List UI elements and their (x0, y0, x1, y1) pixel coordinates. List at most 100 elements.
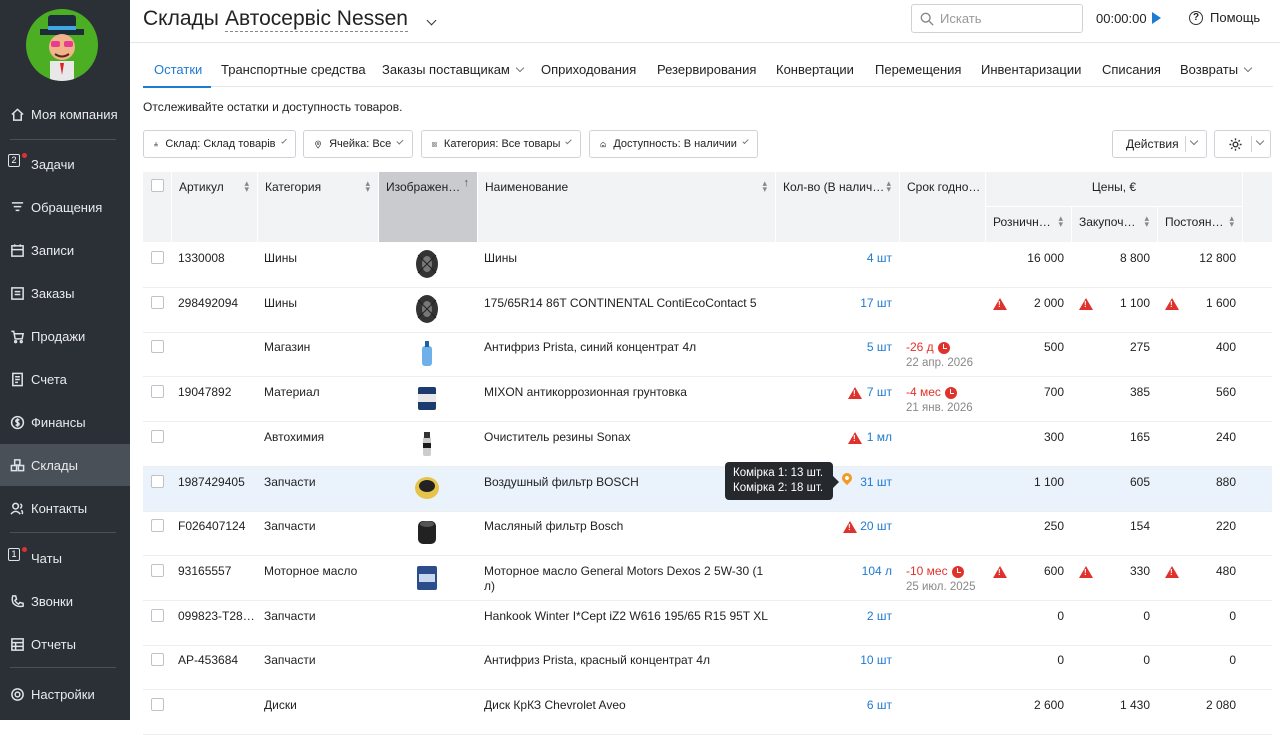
table-row[interactable]: Автохимия Очиститель резины Sonax 1 мл 300 1… (143, 422, 1272, 467)
product-name-cell[interactable]: Антифриз Prista, красный концентрат 4л (484, 653, 710, 668)
product-image[interactable] (413, 338, 441, 368)
warehouse-filter[interactable]: Склад: Склад товарів (143, 130, 296, 158)
settings-button[interactable] (1214, 130, 1271, 158)
qty-cell[interactable]: 1 мл (867, 430, 892, 444)
product-image[interactable] (413, 517, 441, 547)
product-name-cell[interactable]: Антифриз Prista, синий концентрат 4л (484, 340, 696, 355)
product-image[interactable] (413, 383, 441, 413)
tab-inventories[interactable]: Инвентаризации (981, 62, 1081, 77)
tab-reservations[interactable]: Резервирования (657, 62, 756, 77)
actions-button[interactable]: Действия (1112, 130, 1207, 158)
product-name-cell[interactable]: Моторное масло General Motors Dexos 2 5W… (484, 564, 763, 594)
product-image[interactable] (413, 428, 441, 458)
sidebar-item-orders[interactable]: Заказы (0, 272, 130, 314)
product-image[interactable] (413, 473, 441, 503)
header-regular[interactable]: Постоян… ▴ ▾ (1158, 207, 1242, 242)
sidebar-item-dollar[interactable]: Финансы (0, 401, 130, 443)
availability-filter[interactable]: Доступность: В наличии (589, 130, 758, 158)
qty-cell[interactable]: 10 шт (860, 653, 892, 667)
sidebar-item-label: Обращения (31, 199, 103, 215)
avatar[interactable] (26, 9, 98, 81)
product-image[interactable] (413, 249, 441, 279)
header-retail[interactable]: Розничн… ▴ ▾ (986, 207, 1071, 242)
tab-receipts[interactable]: Оприходования (541, 62, 636, 77)
tab-conversions[interactable]: Конвертации (776, 62, 854, 77)
header-expiry[interactable]: Срок годно… (900, 172, 985, 242)
tab-writeoffs[interactable]: Списания (1102, 62, 1161, 77)
sidebar-item-contacts[interactable]: Контакты (0, 487, 130, 529)
regular-price-cell: 0 (1229, 653, 1236, 668)
product-name-cell[interactable]: Диск КрКЗ Chevrolet Aveo (484, 698, 626, 713)
table-row[interactable]: 099823-T28… Запчасти Hankook Winter I*Cept… (143, 601, 1272, 646)
tab-supplier-orders[interactable]: Заказы поставщикам (382, 62, 525, 77)
tab-stock[interactable]: Остатки (154, 62, 202, 77)
qty-cell[interactable]: 104 л (862, 564, 892, 578)
row-checkbox[interactable] (151, 295, 164, 309)
sidebar-item-chat[interactable]: 1 Чаты (0, 537, 130, 579)
sidebar-item-filter[interactable]: Обращения (0, 186, 130, 228)
row-checkbox[interactable] (151, 563, 164, 577)
company-selector[interactable]: Автосервіс Nessen (225, 7, 408, 32)
table-row[interactable]: 19047892 Материал MIXON антикоррозионная г… (143, 377, 1272, 423)
row-checkbox[interactable] (151, 698, 164, 711)
row-checkbox[interactable] (151, 251, 164, 264)
tab-transfers[interactable]: Перемещения (875, 62, 961, 77)
table-row[interactable]: 1987429405 Запчасти Воздушный фильтр BOSCH… (143, 466, 1272, 512)
sidebar-item-invoice[interactable]: Счета (0, 358, 130, 400)
product-name-cell[interactable]: Воздушный фильтр BOSCH (484, 475, 639, 490)
play-icon[interactable] (1152, 12, 1161, 24)
header-qty[interactable]: Кол-во (В налич… ▴ ▾ (776, 172, 899, 242)
header-article[interactable]: Артикул ▴ ▾ (172, 172, 257, 242)
product-image[interactable] (413, 294, 441, 324)
category-filter[interactable]: Категория: Все товары (421, 130, 581, 158)
product-name-cell[interactable]: MIXON антикоррозионная грунтовка (484, 385, 687, 400)
row-checkbox[interactable] (151, 519, 164, 533)
qty-cell[interactable]: 17 шт (860, 296, 892, 310)
table-row[interactable]: AP-453684 Запчасти Антифриз Prista, красны… (143, 645, 1272, 691)
table-row[interactable]: Магазин Антифриз Prista, синий концентрат… (143, 332, 1272, 378)
table-row[interactable]: 1330008 Шины Шины 4 шт 16 000 8 800 12 800 (143, 243, 1272, 288)
header-image[interactable]: Изображен… ↑ (379, 172, 477, 242)
qty-cell[interactable]: 31 шт (860, 475, 892, 489)
row-checkbox[interactable] (151, 474, 164, 488)
product-name-cell[interactable]: Шины (484, 251, 517, 266)
table-row[interactable]: F026407124 Запчасти Масляный фильтр Bosch 2… (143, 511, 1272, 557)
sidebar-item-cart[interactable]: Продажи (0, 315, 130, 357)
sidebar-item-settings[interactable]: Настройки (0, 673, 130, 715)
qty-cell[interactable]: 6 шт (867, 698, 892, 712)
header-purchase[interactable]: Закупоч… ▴ ▾ (1072, 207, 1157, 242)
sidebar-item-phone[interactable]: Звонки (0, 580, 130, 622)
sidebar-item-warehouse[interactable]: Склады (0, 444, 130, 486)
tab-vehicles[interactable]: Транспортные средства (221, 62, 366, 77)
row-checkbox[interactable] (151, 429, 164, 443)
qty-cell[interactable]: 20 шт (860, 519, 892, 533)
product-image[interactable] (413, 562, 441, 592)
table-row[interactable]: Диски Диск КрКЗ Chevrolet Aveo 6 шт 2 600 1 … (143, 690, 1272, 735)
qty-cell[interactable]: 7 шт (867, 385, 892, 399)
sidebar-item-calendar[interactable]: Записи (0, 229, 130, 271)
header-name[interactable]: Наименование ▴ ▾ (478, 172, 775, 242)
product-name-cell[interactable]: Масляный фильтр Bosch (484, 519, 623, 534)
row-checkbox[interactable] (151, 385, 164, 399)
row-checkbox[interactable] (151, 340, 164, 354)
qty-cell[interactable]: 5 шт (867, 340, 892, 354)
product-name-cell[interactable]: Hankook Winter I*Cept iZ2 W616 195/65 R1… (484, 609, 768, 624)
chevron-down-icon[interactable] (421, 14, 437, 32)
product-name-cell[interactable]: Очиститель резины Sonax (484, 430, 631, 445)
sidebar-item-tasks[interactable]: 2 Задачи (0, 143, 130, 185)
sidebar-item-reports[interactable]: Отчеты (0, 623, 130, 665)
header-category[interactable]: Категория ▴ ▾ (258, 172, 378, 242)
tab-returns[interactable]: Возвраты (1180, 62, 1253, 77)
search-input[interactable]: Искать (911, 4, 1083, 33)
row-checkbox[interactable] (151, 608, 164, 622)
sidebar-item-home[interactable]: Моя компания (0, 93, 130, 135)
cell-filter[interactable]: Ячейка: Все (303, 130, 413, 158)
table-row[interactable]: 298492094 Шины 175/65R14 86T CONTINENTAL C… (143, 288, 1272, 333)
help-button[interactable]: ? Помощь (1189, 10, 1260, 25)
table-row[interactable]: 93165557 Моторное масло Моторное масло Gen… (143, 556, 1272, 601)
qty-cell[interactable]: 4 шт (867, 251, 892, 265)
qty-cell[interactable]: 2 шт (867, 609, 892, 623)
select-all-checkbox[interactable] (151, 179, 164, 192)
row-checkbox[interactable] (151, 653, 164, 667)
product-name-cell[interactable]: 175/65R14 86T CONTINENTAL ContiEcoContac… (484, 296, 757, 311)
